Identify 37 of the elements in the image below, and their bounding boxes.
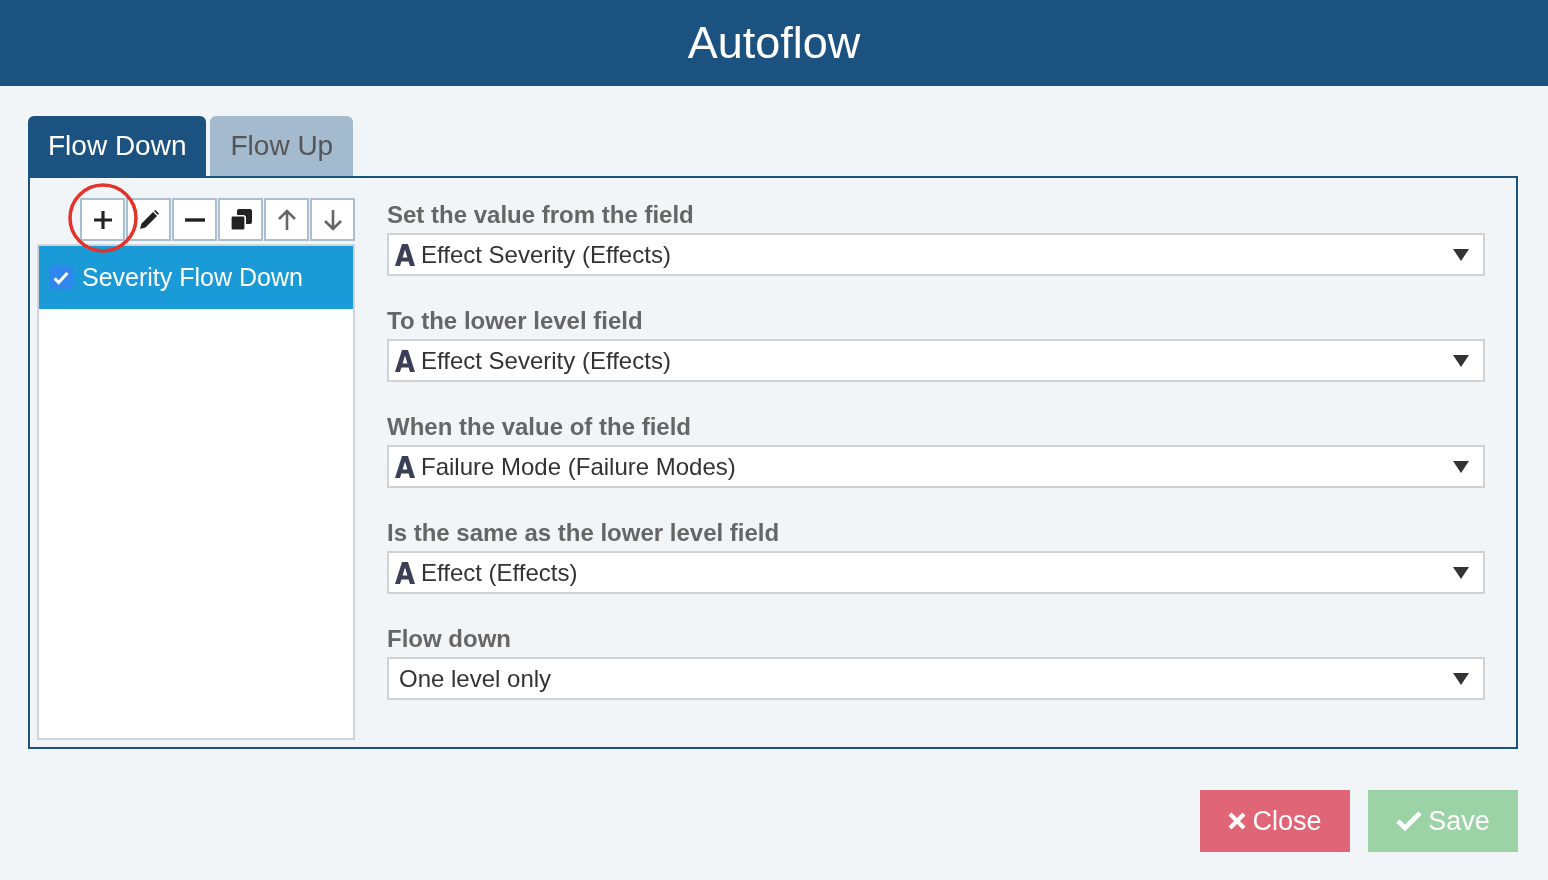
- add-button[interactable]: [80, 198, 125, 241]
- dropdown[interactable]: One level only: [387, 657, 1485, 700]
- arrow-down-icon: [322, 208, 343, 231]
- move-up-button[interactable]: [264, 198, 309, 241]
- plus-icon: [92, 209, 113, 230]
- duplicate-button[interactable]: [218, 198, 263, 241]
- dropdown[interactable]: Effect Severity (Effects): [387, 233, 1485, 276]
- letter-a-icon: [395, 561, 415, 584]
- caret-icon: [1453, 248, 1469, 261]
- field-label: Flow down: [387, 624, 512, 654]
- move-down-button[interactable]: [310, 198, 355, 241]
- pencil-icon: [138, 209, 159, 230]
- dropdown[interactable]: Effect (Effects): [387, 551, 1485, 594]
- caret-icon: [1453, 460, 1469, 473]
- arrow-up-icon: [276, 208, 297, 231]
- letter-a-icon: [395, 349, 415, 372]
- caret-icon: [1453, 354, 1469, 367]
- window-title: Autoflow: [687, 16, 861, 70]
- tab[interactable]: Flow Up: [210, 116, 354, 176]
- remove-button[interactable]: [172, 198, 217, 241]
- checkbox[interactable]: [49, 265, 73, 290]
- dropdown[interactable]: Failure Mode (Failure Modes): [387, 445, 1485, 488]
- tab[interactable]: Flow Down: [28, 116, 207, 176]
- minus-icon: [184, 217, 205, 222]
- letter-a-icon: [395, 455, 415, 478]
- edit-button[interactable]: [126, 198, 171, 241]
- caret-icon: [1453, 672, 1469, 685]
- close-icon: [1228, 812, 1247, 830]
- field-label: Is the same as the lower level field: [387, 518, 781, 548]
- field-label: Set the value from the field: [387, 200, 695, 230]
- check-icon: [1396, 811, 1423, 831]
- field-label: When the value of the field: [387, 412, 693, 442]
- copy-icon: [229, 208, 252, 231]
- caret-icon: [1453, 566, 1469, 579]
- dropdown[interactable]: Effect Severity (Effects): [387, 339, 1485, 382]
- field-label: To the lower level field: [387, 306, 644, 336]
- letter-a-icon: [395, 243, 415, 266]
